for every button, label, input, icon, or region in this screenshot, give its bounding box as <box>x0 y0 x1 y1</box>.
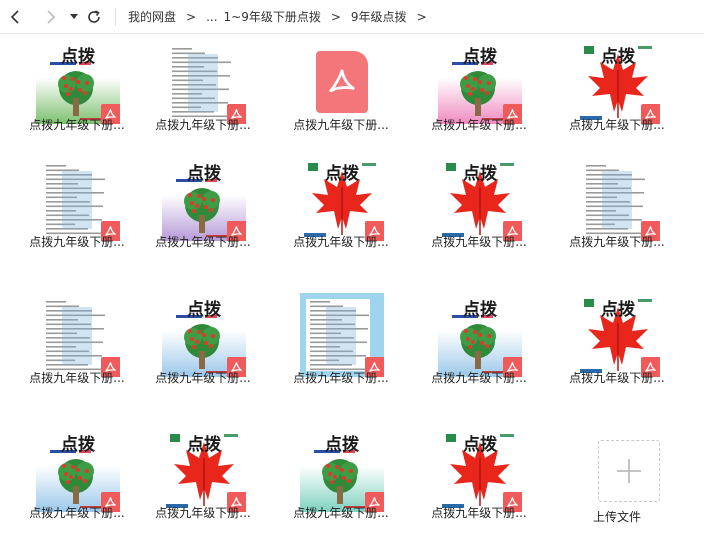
file-item[interactable]: 点拨九年级下册... <box>0 289 130 419</box>
file-thumbnail <box>300 40 384 124</box>
file-name: 点拨九年级下册... <box>29 506 125 520</box>
file-item[interactable]: 点拨点拨九年级下册... <box>0 424 130 543</box>
file-item[interactable]: 点拨九年级下册... <box>0 153 130 283</box>
cover-title: 点拨 <box>187 435 221 455</box>
upload-button[interactable] <box>598 440 660 502</box>
file-name: 点拨九年级下册... <box>155 118 251 132</box>
breadcrumb-parent[interactable]: 1~9年级下册点拨 <box>224 8 321 25</box>
file-thumbnail: 点拨 <box>438 40 522 124</box>
history-dropdown-button[interactable] <box>67 6 81 28</box>
cover-title: 点拨 <box>325 435 359 455</box>
breadcrumb-separator: > <box>186 9 197 24</box>
forward-button[interactable] <box>39 6 61 28</box>
file-name: 点拨九年级下册... <box>569 118 665 132</box>
file-name: 点拨九年级下册... <box>293 506 389 520</box>
file-name: 点拨九年级下册... <box>431 235 527 249</box>
file-thumbnail: 点拨 <box>438 428 522 512</box>
back-button[interactable] <box>5 6 27 28</box>
file-name: 点拨九年级下册... <box>293 371 389 385</box>
chevron-right-icon <box>47 9 56 24</box>
file-name: 点拨九年级下册... <box>293 235 389 249</box>
file-item[interactable]: 点拨点拨九年级下册... <box>414 424 544 543</box>
file-name: 点拨九年级下册... <box>29 118 125 132</box>
file-item[interactable]: 点拨点拨九年级下册... <box>0 36 130 166</box>
toolbar-divider <box>115 7 116 26</box>
file-item[interactable]: 点拨九年级下册... <box>138 36 268 166</box>
toolbar: 我的网盘 > ... 1~9年级下册点拨 > 9年级点拨 > <box>0 0 704 34</box>
file-item[interactable]: 点拨九年级下册... <box>552 153 682 283</box>
file-thumbnail <box>162 40 246 124</box>
cover-title: 点拨 <box>61 47 95 67</box>
file-item[interactable]: 点拨九年级下册... <box>276 36 406 166</box>
file-thumbnail <box>36 157 120 241</box>
file-name: 点拨九年级下册... <box>569 235 665 249</box>
file-item[interactable]: 点拨点拨九年级下册... <box>138 289 268 419</box>
file-item[interactable]: 点拨点拨九年级下册... <box>552 289 682 419</box>
file-name: 点拨九年级下册... <box>569 371 665 385</box>
upload-label: 上传文件 <box>592 510 641 524</box>
cover-title: 点拨 <box>601 300 635 320</box>
cover-title: 点拨 <box>463 164 497 184</box>
file-thumbnail: 点拨 <box>162 157 246 241</box>
file-thumbnail: 点拨 <box>36 428 120 512</box>
pdf-file-icon <box>316 51 368 113</box>
file-name: 点拨九年级下册... <box>29 235 125 249</box>
breadcrumb-separator: > <box>416 9 427 24</box>
file-item[interactable]: 点拨点拨九年级下册... <box>138 424 268 543</box>
caret-down-icon <box>70 13 78 19</box>
cover-title: 点拨 <box>187 300 221 320</box>
file-item[interactable]: 点拨点拨九年级下册... <box>276 153 406 283</box>
file-thumbnail <box>300 293 384 377</box>
cover-title: 点拨 <box>187 164 221 184</box>
cover-title: 点拨 <box>325 164 359 184</box>
refresh-icon <box>88 9 100 23</box>
file-name: 点拨九年级下册... <box>431 506 527 520</box>
breadcrumb-root[interactable]: 我的网盘 <box>128 8 176 25</box>
file-name: 点拨九年级下册... <box>155 235 251 249</box>
file-name: 点拨九年级下册... <box>431 118 527 132</box>
cover-title: 点拨 <box>463 300 497 320</box>
file-thumbnail: 点拨 <box>438 157 522 241</box>
chevron-left-icon <box>10 9 19 24</box>
file-item[interactable]: 点拨点拨九年级下册... <box>414 153 544 283</box>
file-name: 点拨九年级下册... <box>155 506 251 520</box>
file-item[interactable]: 点拨点拨九年级下册... <box>414 36 544 166</box>
file-thumbnail <box>576 157 660 241</box>
file-thumbnail: 点拨 <box>300 157 384 241</box>
file-name: 点拨九年级下册... <box>431 371 527 385</box>
file-thumbnail: 点拨 <box>438 293 522 377</box>
cover-title: 点拨 <box>463 47 497 67</box>
file-thumbnail: 点拨 <box>300 428 384 512</box>
breadcrumb-separator: > <box>330 9 341 24</box>
breadcrumb-ellipsis[interactable]: ... <box>206 10 217 24</box>
file-thumbnail: 点拨 <box>36 40 120 124</box>
cover-title: 点拨 <box>61 435 95 455</box>
file-thumbnail: 点拨 <box>162 293 246 377</box>
file-item[interactable]: 点拨点拨九年级下册... <box>552 36 682 166</box>
refresh-button[interactable] <box>83 6 105 28</box>
file-name: 点拨九年级下册... <box>29 371 125 385</box>
file-name: 点拨九年级下册... <box>155 371 251 385</box>
file-item[interactable]: 点拨点拨九年级下册... <box>138 153 268 283</box>
file-thumbnail: 点拨 <box>576 40 660 124</box>
file-item[interactable]: 点拨点拨九年级下册... <box>276 424 406 543</box>
breadcrumb-current[interactable]: 9年级点拨 <box>351 8 407 25</box>
file-name: 点拨九年级下册... <box>293 118 389 132</box>
file-thumbnail: 点拨 <box>162 428 246 512</box>
cover-title: 点拨 <box>601 47 635 67</box>
file-item[interactable]: 点拨九年级下册... <box>276 289 406 419</box>
cover-title: 点拨 <box>463 435 497 455</box>
file-thumbnail <box>36 293 120 377</box>
plus-icon <box>617 459 641 483</box>
file-item[interactable]: 点拨点拨九年级下册... <box>414 289 544 419</box>
file-thumbnail: 点拨 <box>576 293 660 377</box>
file-grid: 上传文件 点拨 点拨九年级下册... 点拨九年级下册... 点拨九年级下册... 点拨点… <box>0 34 704 543</box>
